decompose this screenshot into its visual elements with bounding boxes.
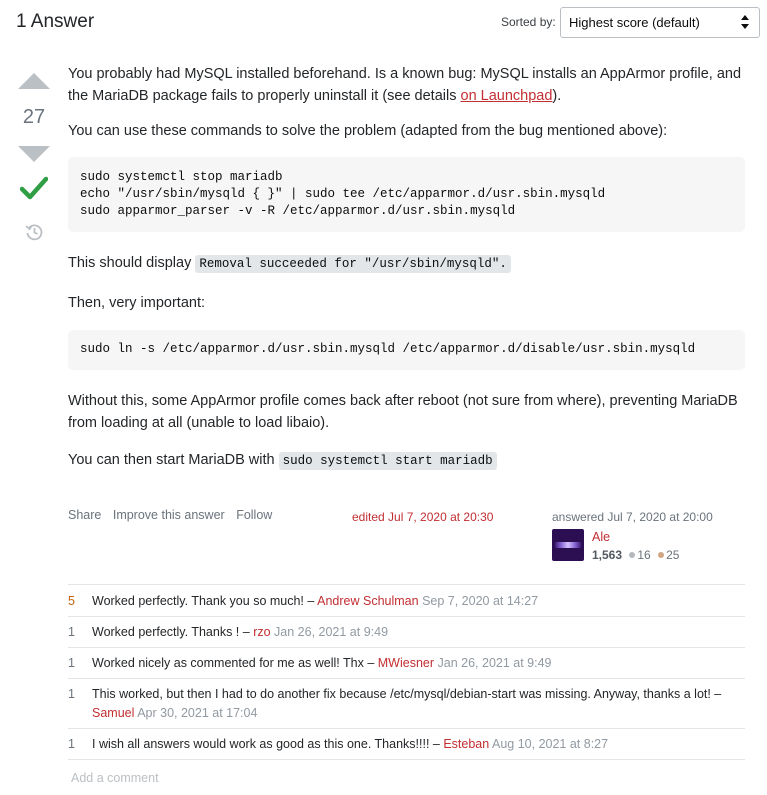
comment-date: Jan 26, 2021 at 9:49 [274, 625, 389, 639]
follow-link[interactable]: Follow [236, 508, 272, 522]
share-link[interactable]: Share [68, 508, 101, 522]
code-block-1: sudo systemctl stop mariadb echo "/usr/s… [68, 157, 745, 232]
paragraph-3-text: This should display [68, 255, 196, 271]
paragraph-6-text: You can then start MariaDB with [68, 452, 279, 468]
comment-score: 1 [68, 656, 75, 670]
downvote-arrow-icon[interactable] [18, 146, 50, 162]
inline-code-start: sudo systemctl start mariadb [278, 452, 497, 470]
select-caret-icon [741, 15, 749, 29]
upvote-arrow-icon[interactable] [18, 73, 50, 89]
comment-item: 1 Worked perfectly. Thanks ! – rzo Jan 2… [68, 616, 745, 647]
comment-item: 1 This worked, but then I had to do anot… [68, 678, 745, 728]
comment-item: 1 Worked nicely as commented for me as w… [68, 647, 745, 678]
paragraph-1: You probably had MySQL installed beforeh… [68, 63, 748, 107]
comment-item: 1 I wish all answers would work as good … [68, 728, 745, 760]
paragraph-1-end: ). [552, 88, 562, 104]
comments-list: 5 Worked perfectly. Thank you so much! –… [68, 584, 745, 760]
answers-count: 1 Answer [16, 11, 95, 32]
bronze-badge-count: 25 [666, 548, 680, 562]
comment-date: Aug 10, 2021 at 8:27 [492, 737, 609, 751]
paragraph-2: You can use these commands to solve the … [68, 123, 668, 139]
comment-text: Worked perfectly. Thank you so much! – [92, 594, 318, 608]
comment-text: Worked nicely as commented for me as wel… [92, 656, 378, 670]
bronze-badge-icon [658, 552, 665, 559]
comment-score: 1 [68, 625, 75, 639]
comment-score: 1 [68, 737, 75, 751]
comment-body: This worked, but then I had to do anothe… [92, 685, 745, 723]
paragraph-4: Then, very important: [68, 295, 205, 311]
avatar-graphic [555, 542, 581, 548]
comment-user-link[interactable]: rzo [253, 625, 270, 639]
comment-user-link[interactable]: MWiesner [378, 656, 434, 670]
comment-user-link[interactable]: Esteban [443, 737, 489, 751]
comment-date: Sep 7, 2020 at 14:27 [422, 594, 539, 608]
paragraph-5: Without this, some AppArmor profile come… [68, 393, 738, 431]
sort-select[interactable]: Highest score (default) [560, 7, 760, 38]
answered-timestamp: answered Jul 7, 2020 at 20:00 [552, 510, 713, 524]
inline-code-removal: Removal succeeded for "/usr/sbin/mysqld"… [195, 255, 511, 273]
code-block-2: sudo ln -s /etc/apparmor.d/usr.sbin.mysq… [68, 330, 745, 370]
history-icon[interactable] [24, 222, 44, 242]
improve-answer-link[interactable]: Improve this answer [113, 508, 225, 522]
paragraph-1-text: You probably had MySQL installed beforeh… [68, 66, 742, 104]
comment-user-link[interactable]: Andrew Schulman [317, 594, 418, 608]
answers-header: 1 Answer Sorted by: Highest score (defau… [0, 0, 767, 46]
comment-score: 5 [68, 594, 75, 608]
sort-select-value: Highest score (default) [569, 15, 700, 30]
comment-text: I wish all answers would work as good as… [92, 737, 444, 751]
avatar[interactable] [552, 529, 584, 561]
silver-badge-count: 16 [637, 548, 651, 562]
comment-body: Worked perfectly. Thanks ! – rzo Jan 26,… [92, 623, 745, 642]
comment-user-link[interactable]: Samuel [92, 706, 134, 720]
vote-count: 27 [22, 106, 46, 128]
paragraph-6: You can then start MariaDB with sudo sys… [68, 449, 748, 472]
sorted-by-label: Sorted by: [501, 15, 556, 29]
silver-badge-icon [629, 552, 636, 559]
comment-date: Jan 26, 2021 at 9:49 [437, 656, 552, 670]
comment-item: 5 Worked perfectly. Thank you so much! –… [68, 584, 745, 616]
comment-body: Worked perfectly. Thank you so much! – A… [92, 592, 745, 611]
comment-body: I wish all answers would work as good as… [92, 735, 745, 754]
answer-body: You probably had MySQL installed beforeh… [68, 63, 748, 472]
comment-date: Apr 30, 2021 at 17:04 [137, 706, 258, 720]
comment-body: Worked nicely as commented for me as wel… [92, 654, 745, 673]
accepted-checkmark-icon [20, 176, 48, 200]
launchpad-link[interactable]: on Launchpad [461, 88, 553, 104]
user-stats: 1,563 16 25 [592, 548, 679, 562]
add-comment-link[interactable]: Add a comment [71, 771, 159, 785]
comment-text: This worked, but then I had to do anothe… [92, 687, 722, 701]
user-reputation: 1,563 [592, 548, 623, 562]
comment-text: Worked perfectly. Thanks ! – [92, 625, 254, 639]
user-name-link[interactable]: Ale [592, 530, 610, 544]
comment-score: 1 [68, 687, 75, 701]
edited-timestamp[interactable]: edited Jul 7, 2020 at 20:30 [352, 510, 493, 524]
paragraph-3: This should display Removal succeeded fo… [68, 252, 748, 275]
post-actions: Share Improve this answer Follow [68, 508, 280, 522]
